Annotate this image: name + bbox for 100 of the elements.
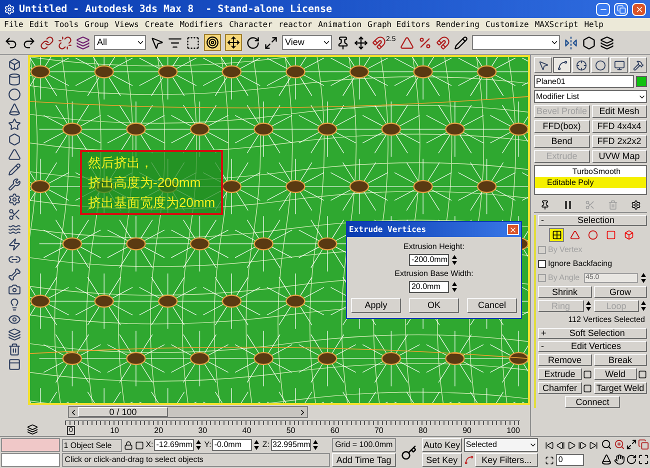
edit-button[interactable]: Weld [594,368,637,380]
spinner-snap-icon[interactable] [436,36,450,50]
menu-item[interactable]: Views [114,20,139,28]
input-field[interactable]: 20.0mm [409,281,450,293]
eye-icon[interactable] [8,313,20,326]
menu-item[interactable]: Rendering [436,20,480,28]
restore-button[interactable] [614,2,628,16]
menu-item[interactable]: Help [584,20,604,28]
edit-button[interactable]: Remove [538,354,592,366]
settings-icon[interactable] [638,370,647,378]
selection-button[interactable]: Shrink [538,286,592,298]
mirror-icon[interactable] [564,36,578,50]
curve-editor-icon[interactable] [27,424,38,435]
key-icon[interactable] [400,444,417,460]
maximize-viewport-icon[interactable] [638,454,649,464]
cone-icon[interactable] [8,103,20,116]
modifier-button[interactable]: FFD(box) [534,120,590,133]
modifier-button[interactable]: UVW Map [592,150,647,163]
wrench-icon[interactable] [8,178,20,191]
modifier-button[interactable]: Edit Mesh [592,105,647,118]
unlink-icon[interactable] [58,36,72,50]
rollout-header[interactable]: - Selection [538,215,647,226]
sphere-icon[interactable] [8,88,20,101]
stack-item[interactable]: Editable Poly [535,177,646,188]
box-icon[interactable] [8,58,20,71]
layers-icon[interactable] [8,328,20,341]
modifier-button[interactable]: FFD 2x2x2 [592,135,647,148]
script-input-field[interactable] [1,453,60,467]
menu-item[interactable]: Customize [486,20,529,28]
play-icon[interactable] [567,440,576,450]
frame-field[interactable]: 0 [556,454,584,466]
key-filters-button[interactable]: Key Filters... [474,453,538,467]
select-icon[interactable] [150,36,164,50]
lightning-icon[interactable] [8,238,20,251]
link-icon[interactable] [40,36,54,50]
menu-item[interactable]: Modifiers [180,20,224,28]
minimize-button[interactable] [596,2,610,16]
scale-icon[interactable] [264,36,278,50]
rotate-icon[interactable] [246,36,260,50]
lightbulb-icon[interactable] [8,298,20,311]
panel-tab[interactable] [553,57,571,73]
checkbox[interactable] [538,260,546,268]
input-field[interactable]: -200.0mm [409,254,450,266]
axis-icon[interactable] [354,36,368,50]
lock-icon[interactable] [124,440,133,450]
pause-icon[interactable] [562,200,573,210]
edit-button[interactable]: Chamfer [538,382,582,394]
rollout-header[interactable]: + Soft Selection [538,328,647,339]
snap-icon[interactable] [372,36,386,50]
pencil-icon[interactable] [8,163,20,176]
previous-frame-icon[interactable] [556,440,566,450]
settings-icon[interactable] [582,370,592,378]
settings-icon[interactable] [582,384,592,392]
gear-icon[interactable] [8,193,20,206]
selection-button[interactable]: Grow [594,286,647,298]
zoom-extents-icon[interactable] [626,439,637,450]
pan-icon[interactable] [614,454,625,464]
zoom-all-icon[interactable] [614,439,625,450]
auto-key-button[interactable]: Auto Key [422,438,462,452]
coordinate-field[interactable]: -12.69mm [154,439,194,451]
curve-icon[interactable] [464,455,474,465]
percent-snap-icon[interactable] [418,36,432,50]
modifier-button[interactable]: FFD 4x4x4 [592,120,647,133]
pin-icon[interactable] [540,200,550,210]
modifier-list-dropdown[interactable]: Modifier List [534,90,647,103]
field-of-view-icon[interactable] [601,454,612,464]
key-mode-dropdown[interactable]: Selected [464,438,538,452]
menu-item[interactable]: MAXScript [534,20,578,28]
zoom-extents-all-icon[interactable] [638,439,649,450]
edit-button[interactable]: Target Weld [594,382,647,394]
cylinder-icon[interactable] [8,73,20,86]
region-select-icon[interactable] [186,36,200,50]
bone-icon[interactable] [8,268,20,281]
menu-item[interactable]: Tools [54,20,79,28]
layers-icon[interactable] [600,36,614,50]
star-icon[interactable] [8,118,20,131]
script-listener-field[interactable] [1,438,60,452]
menu-item[interactable]: reactor [278,20,312,28]
selection-filter-dropdown[interactable]: All [94,35,146,50]
move-button[interactable] [225,34,242,51]
close-button[interactable] [632,2,646,16]
coordinate-field[interactable]: 32.995mm [270,439,310,451]
orbit-icon[interactable] [626,454,637,464]
scroll-thumb[interactable]: 0 / 100 [78,407,168,417]
rollout-header[interactable]: - Edit Vertices [538,341,647,352]
named-selection-dropdown[interactable] [472,35,560,50]
triangle-icon[interactable] [8,148,20,161]
dialog-button[interactable]: OK [409,298,459,313]
menu-item[interactable]: Create [144,20,174,28]
object-name-field[interactable]: Plane01 [534,75,634,88]
trash-icon[interactable] [8,343,20,356]
close-button[interactable] [507,224,519,235]
menu-item[interactable]: Graph Editors [368,20,430,28]
dialog-button[interactable]: Apply [351,298,401,313]
coordinate-field[interactable]: -0.0mm [212,439,252,451]
edit-button[interactable]: Connect [565,396,620,408]
menu-item[interactable]: Character [229,20,272,28]
pivot-icon[interactable] [336,36,350,50]
window-crossing-button[interactable] [204,34,221,51]
menu-item[interactable]: Edit [29,20,49,28]
